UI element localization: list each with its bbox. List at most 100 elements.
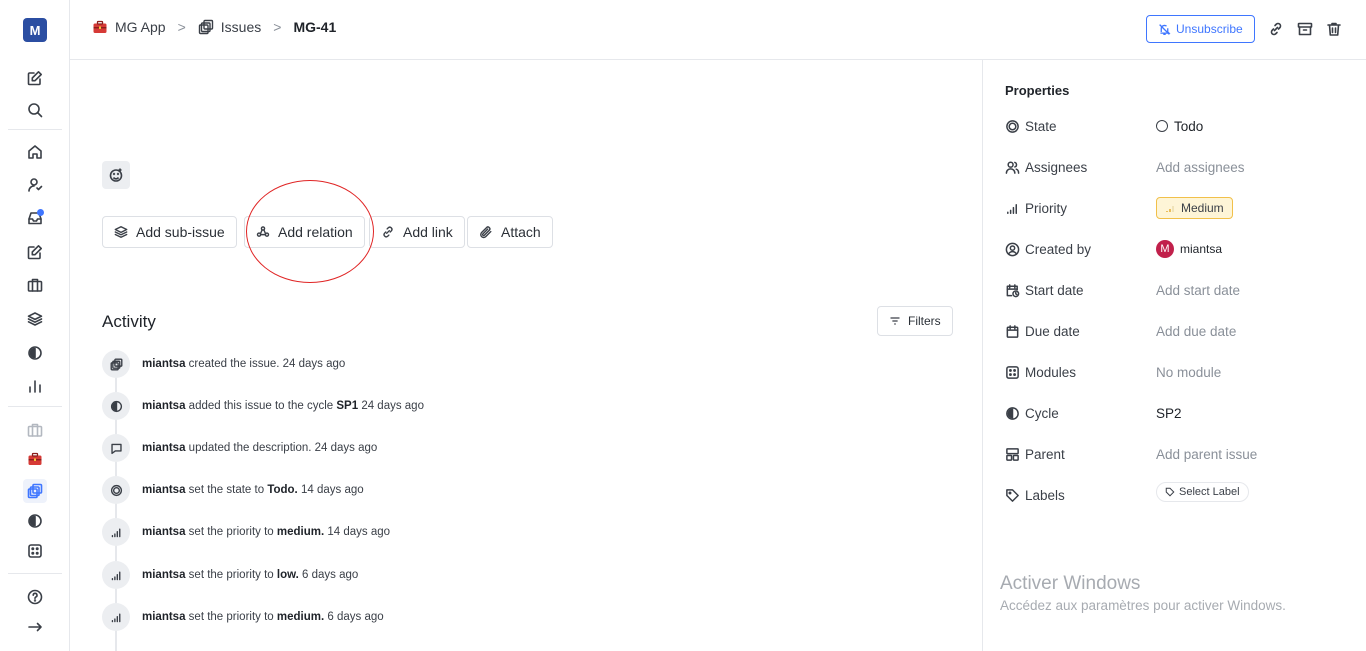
rail-divider — [8, 129, 62, 130]
activity-time: 24 days ago — [314, 442, 378, 454]
home-icon[interactable] — [23, 140, 47, 164]
activity-target: medium. — [276, 526, 325, 538]
start-date-picker[interactable]: Add start date — [1156, 283, 1240, 298]
property-modules: Modules No module — [1005, 361, 1345, 383]
unsubscribe-button[interactable]: Unsubscribe — [1146, 15, 1255, 43]
left-rail: M — [0, 0, 70, 651]
due-date-label: Due date — [1025, 323, 1080, 339]
calendar-icon — [1006, 324, 1019, 338]
activity-item: miantsa updated the description. 24 days… — [102, 434, 377, 462]
select-label-button[interactable]: Select Label — [1156, 482, 1249, 502]
breadcrumb-separator: > — [177, 19, 186, 35]
modules-icon[interactable] — [23, 539, 47, 563]
cycle-dropdown[interactable]: SP2 — [1156, 406, 1182, 421]
project-cycles-icon[interactable] — [23, 509, 47, 533]
filters-button[interactable]: Filters — [877, 306, 953, 336]
cycle-icon — [102, 392, 130, 420]
windows-activation-watermark: Activer Windows Accédez aux paramètres p… — [1000, 573, 1286, 613]
activity-target: Todo. — [267, 484, 298, 496]
bell-off-icon — [1159, 23, 1171, 35]
annotation-circle — [246, 180, 374, 283]
help-icon[interactable] — [23, 585, 47, 609]
toolbox-icon — [93, 20, 107, 33]
attach-label: Attach — [501, 224, 541, 240]
assignees-dropdown[interactable]: Add assignees — [1156, 160, 1245, 175]
issues-icon[interactable] — [23, 479, 47, 503]
attach-button[interactable]: Attach — [467, 216, 553, 248]
activity-time: 14 days ago — [300, 484, 364, 496]
copy-link-icon[interactable] — [1267, 20, 1285, 38]
delete-icon[interactable] — [1325, 20, 1343, 38]
activity-text: updated the description. — [188, 442, 312, 454]
modules-dropdown[interactable]: No module — [1156, 365, 1221, 380]
breadcrumb-issues[interactable]: Issues — [198, 19, 261, 35]
breadcrumb-project-label: MG App — [115, 19, 166, 35]
state-dropdown[interactable]: Todo — [1156, 119, 1203, 134]
projects-icon[interactable] — [23, 273, 47, 297]
cycle-label: Cycle — [1025, 405, 1059, 421]
activity-user[interactable]: miantsa — [142, 484, 185, 496]
activity-item: miantsa set the priority to low. 6 days … — [102, 561, 358, 589]
archive-icon[interactable] — [1296, 20, 1314, 38]
priority-icon — [102, 561, 130, 589]
assignees-value: Add assignees — [1156, 159, 1245, 175]
issue-id: MG-41 — [293, 19, 337, 35]
activity-text: set the priority to — [188, 526, 274, 538]
add-sub-issue-label: Add sub-issue — [136, 224, 225, 240]
issue-icon — [102, 350, 130, 378]
activity-item: miantsa set the priority to medium. 14 d… — [102, 518, 390, 546]
assignees-label: Assignees — [1025, 159, 1088, 175]
add-link-button[interactable]: Add link — [369, 216, 465, 248]
cycle-value: SP2 — [1156, 405, 1182, 421]
activity-target[interactable]: SP1 — [336, 400, 358, 412]
project-muted-icon[interactable] — [23, 418, 47, 442]
activity-text: set the priority to — [188, 569, 274, 581]
activity-text: created the issue. — [188, 358, 280, 370]
activity-user[interactable]: miantsa — [142, 569, 185, 581]
activity-time: 24 days ago — [361, 400, 424, 412]
parent-dropdown[interactable]: Add parent issue — [1156, 447, 1257, 462]
analytics-icon[interactable] — [23, 374, 47, 398]
activity-user[interactable]: miantsa — [142, 358, 185, 370]
add-reaction-button[interactable] — [102, 161, 130, 189]
workspace-avatar[interactable]: M — [23, 18, 47, 42]
layers-icon[interactable] — [23, 307, 47, 331]
drafts-icon[interactable] — [23, 240, 47, 264]
activity-time: 24 days ago — [282, 358, 346, 370]
search-icon[interactable] — [23, 98, 47, 122]
properties-panel: Properties State Todo Assignees Add assi… — [982, 60, 1366, 651]
select-label-text: Select Label — [1179, 486, 1240, 498]
created-by-value: miantsa — [1180, 242, 1223, 256]
page-header: MG App > Issues > MG-41 Unsubscribe — [70, 0, 1366, 60]
cycles-icon[interactable] — [23, 341, 47, 365]
activity-user[interactable]: miantsa — [142, 526, 185, 538]
due-date-picker[interactable]: Add due date — [1156, 324, 1236, 339]
toolbox-icon[interactable] — [23, 447, 47, 471]
activity-user[interactable]: miantsa — [142, 400, 185, 412]
activity-user[interactable]: miantsa — [142, 442, 185, 454]
breadcrumb-project[interactable]: MG App — [92, 19, 166, 35]
activity-item: miantsa created the issue. 24 days ago — [102, 350, 345, 378]
start-date-value: Add start date — [1156, 282, 1241, 298]
property-priority: Priority Medium — [1005, 197, 1345, 219]
property-assignees: Assignees Add assignees — [1005, 156, 1345, 178]
inbox-icon[interactable] — [23, 206, 47, 230]
your-work-icon[interactable] — [23, 173, 47, 197]
activity-text: added this issue to the cycle — [188, 400, 334, 412]
filter-icon — [890, 317, 900, 325]
tag-icon — [1165, 487, 1175, 497]
layers-icon — [114, 226, 128, 238]
activity-time: 14 days ago — [327, 526, 391, 538]
priority-dropdown[interactable]: Medium — [1156, 197, 1233, 219]
activity-user[interactable]: miantsa — [142, 611, 185, 623]
property-start-date: Start date Add start date — [1005, 279, 1345, 301]
notification-dot — [37, 209, 44, 216]
expand-sidebar-icon[interactable] — [23, 615, 47, 639]
add-link-label: Add link — [403, 224, 453, 240]
add-sub-issue-button[interactable]: Add sub-issue — [102, 216, 237, 248]
avatar: M — [1156, 240, 1174, 258]
new-issue-icon[interactable] — [23, 66, 47, 90]
priority-label: Priority — [1025, 200, 1068, 216]
activity-target: low. — [276, 569, 299, 581]
link-icon — [383, 226, 393, 238]
